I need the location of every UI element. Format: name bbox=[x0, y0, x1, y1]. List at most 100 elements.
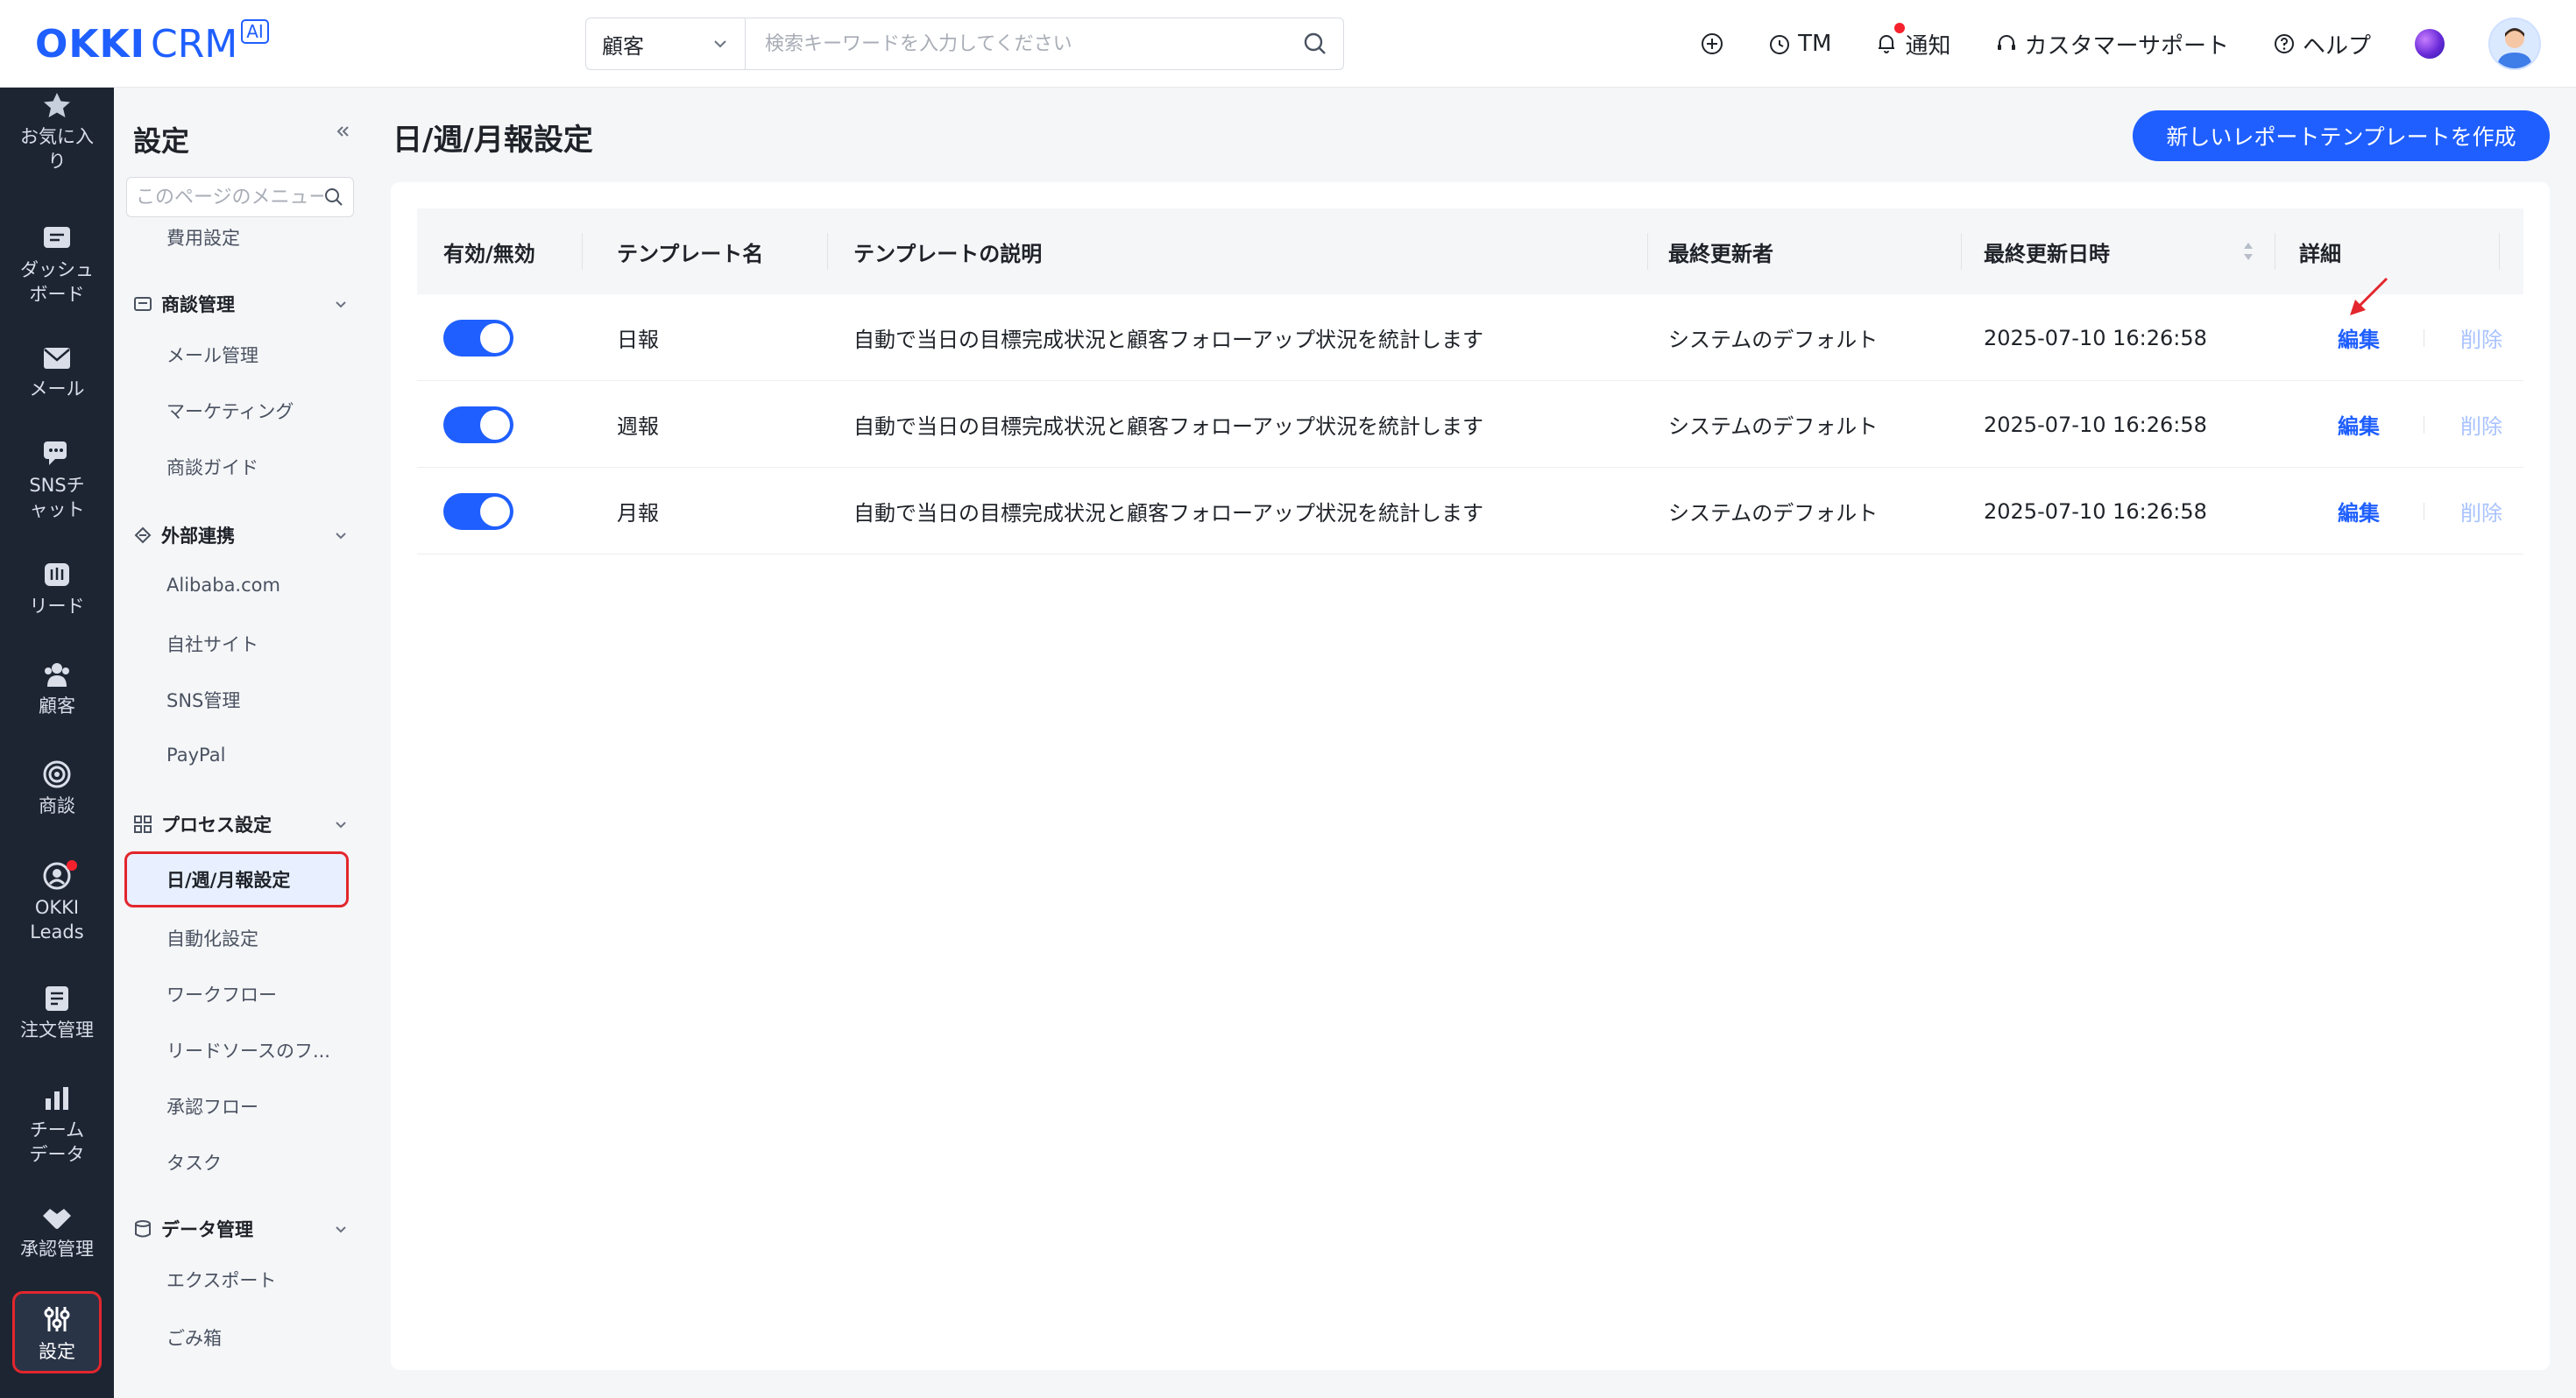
top-actions: TM 通知 カスタマーサポート ヘルプ bbox=[1656, 0, 2541, 88]
sidebar-group-external[interactable]: 外部連携 bbox=[133, 522, 349, 548]
nav-dashboard-label: ダッシュボード bbox=[20, 259, 94, 305]
edit-link[interactable]: 編集 bbox=[2338, 381, 2380, 468]
nav-team-data[interactable]: チームデータ bbox=[0, 1084, 114, 1167]
sidebar-search-input[interactable] bbox=[136, 186, 323, 208]
nav-orders[interactable]: 注文管理 bbox=[0, 985, 114, 1042]
nav-mail[interactable]: メール bbox=[0, 345, 114, 401]
template-updater: システムのデフォルト bbox=[1668, 414, 1879, 439]
nav-okki-leads[interactable]: OKKI Leads bbox=[0, 860, 114, 944]
deals-group-icon bbox=[134, 297, 152, 311]
sidebar-item-mail-management[interactable]: メール管理 bbox=[166, 342, 258, 368]
support-label: カスタマーサポート bbox=[2024, 32, 2229, 60]
template-description: 自動で当日の目標完成状況と顧客フォローアップ状況を統計します bbox=[853, 501, 1484, 526]
search-icon bbox=[1304, 32, 1326, 54]
sidebar-item-automation[interactable]: 自動化設定 bbox=[166, 925, 258, 951]
search-type-select[interactable]: 顧客 bbox=[586, 18, 746, 69]
template-name: 月報 bbox=[617, 501, 659, 526]
template-description: 自動で当日の目標完成状況と顧客フォローアップ状況を統計します bbox=[853, 414, 1484, 439]
sidebar-item-sns-management[interactable]: SNS管理 bbox=[166, 687, 240, 713]
template-description: 自動で当日の目標完成状況と顧客フォローアップ状況を統計します bbox=[853, 328, 1484, 352]
create-report-template-button[interactable]: 新しいレポートテンプレートを作成 bbox=[2133, 110, 2550, 161]
table-header: 有効/無効 テンプレート名 テンプレートの説明 最終更新者 最終更新日時 詳細 bbox=[417, 208, 2523, 294]
top-bar: OKKI CRM AI 顧客 TM 通知 カスタマーサポート bbox=[0, 0, 2576, 88]
okki-crm-logo[interactable]: OKKI CRM AI bbox=[35, 19, 269, 68]
col-updater: 最終更新者 bbox=[1668, 241, 1773, 266]
nav-sns-chat[interactable]: SNSチャット bbox=[0, 440, 114, 522]
bell-icon bbox=[1879, 35, 1895, 53]
chevron-down-icon bbox=[336, 533, 346, 540]
sidebar-group-deals[interactable]: 商談管理 bbox=[133, 291, 349, 317]
notification-button[interactable]: 通知 bbox=[1875, 22, 1951, 60]
template-updater: システムのデフォルト bbox=[1668, 328, 1879, 352]
add-button[interactable] bbox=[1700, 32, 1724, 56]
delete-link[interactable]: 削除 bbox=[2460, 381, 2502, 468]
enable-toggle[interactable] bbox=[443, 319, 513, 357]
nav-deals[interactable]: 商談 bbox=[0, 760, 114, 818]
sidebar-item-approval-flow[interactable]: 承認フロー bbox=[166, 1093, 258, 1119]
sidebar-item-cost-settings[interactable]: 費用設定 bbox=[166, 224, 240, 251]
sidebar-item-task[interactable]: タスク bbox=[166, 1149, 222, 1176]
grid-group-icon bbox=[134, 816, 152, 833]
template-table-card: 有効/無効 テンプレート名 テンプレートの説明 最終更新者 最終更新日時 詳細 … bbox=[391, 182, 2550, 1370]
ai-assistant-orb-icon[interactable] bbox=[2415, 29, 2445, 59]
sidebar-group-data[interactable]: データ管理 bbox=[133, 1216, 349, 1242]
toggle-knob bbox=[480, 322, 510, 353]
nav-okki-leads-label: OKKI Leads bbox=[30, 897, 84, 943]
sidebar-item-report-settings[interactable]: 日/週/月報設定 bbox=[124, 851, 349, 907]
help-button[interactable]: ヘルプ bbox=[2273, 28, 2371, 60]
sidebar-item-paypal[interactable]: PayPal bbox=[166, 745, 225, 766]
sidebar-collapse-button[interactable] bbox=[335, 123, 350, 145]
sidebar-item-deal-guide[interactable]: 商談ガイド bbox=[166, 454, 258, 480]
nav-settings[interactable]: 設定 bbox=[12, 1291, 102, 1373]
search-icon[interactable] bbox=[323, 187, 344, 208]
search-button[interactable] bbox=[1287, 18, 1343, 69]
sidebar-item-marketing[interactable]: マーケティング bbox=[166, 398, 294, 424]
enable-toggle[interactable] bbox=[443, 406, 513, 443]
table-row: 日報 自動で当日の目標完成状況と顧客フォローアップ状況を統計します システムのデ… bbox=[417, 294, 2523, 381]
logo-main: OKKI bbox=[35, 21, 145, 67]
notification-label: 通知 bbox=[1905, 32, 1951, 60]
tm-label: TM bbox=[1798, 31, 1832, 57]
chevron-down-icon bbox=[336, 1226, 346, 1233]
user-avatar[interactable] bbox=[2488, 18, 2541, 70]
chevron-down-icon bbox=[336, 822, 346, 829]
sort-icon[interactable] bbox=[2241, 240, 2255, 263]
nav-customers-label: 顧客 bbox=[39, 695, 75, 717]
annotation-arrow-icon bbox=[2350, 277, 2388, 315]
template-updated-at: 2025-07-10 16:26:58 bbox=[1984, 498, 2207, 524]
sidebar-item-lead-source[interactable]: リードソースのフ... bbox=[166, 1037, 330, 1063]
sidebar-item-export[interactable]: エクスポート bbox=[166, 1267, 276, 1293]
sidebar-item-alibaba[interactable]: Alibaba.com bbox=[166, 575, 280, 596]
nav-approvals[interactable]: 承認管理 bbox=[0, 1205, 114, 1261]
nav-deals-label: 商談 bbox=[39, 795, 75, 816]
help-circle-icon bbox=[2274, 34, 2294, 53]
search-input[interactable] bbox=[746, 18, 1287, 69]
nav-leads[interactable]: リード bbox=[0, 561, 114, 618]
tm-button[interactable]: TM bbox=[1768, 31, 1831, 57]
edit-link[interactable]: 編集 bbox=[2338, 468, 2380, 554]
nav-favorites-label: お気に入り bbox=[20, 126, 94, 172]
sliders-icon bbox=[44, 1307, 70, 1331]
sidebar-group-process[interactable]: プロセス設定 bbox=[133, 811, 349, 837]
col-separator bbox=[582, 233, 583, 270]
col-updated-at[interactable]: 最終更新日時 bbox=[1984, 208, 2255, 294]
delete-link[interactable]: 削除 bbox=[2460, 468, 2502, 554]
main-nav: お気に入り ダッシュボード メール SNSチャット リード 顧客 商談 OKKI… bbox=[0, 88, 114, 1398]
sidebar-item-trash[interactable]: ごみ箱 bbox=[166, 1324, 222, 1351]
user-avatar-icon bbox=[2497, 28, 2532, 68]
search-type-value: 顧客 bbox=[602, 33, 644, 59]
sidebar-title: 設定 bbox=[133, 124, 190, 158]
nav-dashboard[interactable]: ダッシュボード bbox=[0, 224, 114, 307]
sidebar-item-own-site[interactable]: 自社サイト bbox=[166, 631, 258, 657]
bar-chart-icon bbox=[46, 1087, 68, 1110]
enable-toggle[interactable] bbox=[443, 492, 513, 530]
nav-customers[interactable]: 顧客 bbox=[0, 660, 114, 718]
sidebar-item-workflow[interactable]: ワークフロー bbox=[166, 981, 277, 1007]
settings-sidebar: 設定 費用設定 商談管理 メール管理 マーケティング 商談ガイド 外部連携 Al… bbox=[114, 88, 368, 1398]
sidebar-group-deals-label: 商談管理 bbox=[161, 294, 235, 315]
chat-icon bbox=[44, 441, 67, 465]
customer-support-button[interactable]: カスタマーサポート bbox=[1995, 28, 2229, 60]
delete-link[interactable]: 削除 bbox=[2460, 294, 2502, 381]
chevron-down-icon bbox=[336, 301, 346, 308]
nav-favorites[interactable]: お気に入り bbox=[0, 91, 114, 173]
